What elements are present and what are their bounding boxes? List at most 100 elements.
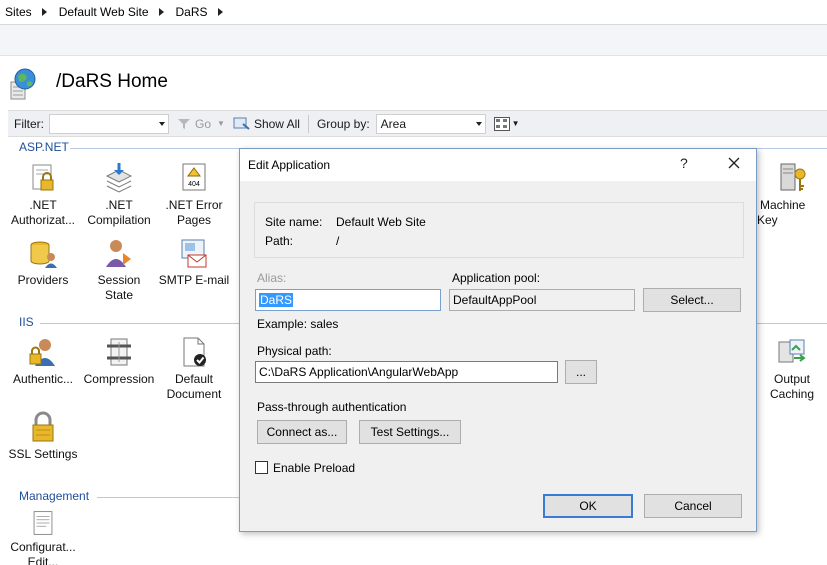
feature-compression[interactable]: Compression	[82, 336, 156, 387]
select-app-pool-button[interactable]: Select...	[643, 288, 741, 312]
dialog-title: Edit Application	[248, 158, 331, 172]
authentication-icon	[29, 339, 55, 366]
feature-label: Default Document	[166, 372, 222, 401]
cancel-button[interactable]: Cancel	[644, 494, 742, 518]
feature-net-error-pages[interactable]: 404 .NET Error Pages	[157, 162, 231, 228]
feature-session-state[interactable]: Session State	[82, 237, 156, 303]
breadcrumb-chevron-icon[interactable]	[41, 8, 47, 16]
test-settings-button[interactable]: Test Settings...	[359, 420, 461, 444]
feature-label: SMTP E-mail	[158, 273, 230, 287]
feature-label: .NET Error Pages	[165, 198, 223, 227]
show-all-button[interactable]: Show All	[233, 116, 300, 132]
feature-machine-key[interactable]: Machine Key	[757, 162, 827, 228]
session-state-icon	[106, 240, 131, 267]
breadcrumb-default-web-site[interactable]: Default Web Site	[59, 5, 149, 19]
group-title-aspnet[interactable]: ASP.NET	[19, 140, 69, 154]
browse-path-button[interactable]: ...	[565, 360, 597, 384]
group-divider	[97, 497, 239, 498]
alias-example-text: Example: sales	[257, 317, 339, 331]
ok-button[interactable]: OK	[543, 494, 633, 518]
filter-bar: Filter: Go ▼ Show All Group by: Area ▼	[8, 110, 827, 137]
page-title: /DaRS Home	[56, 71, 168, 92]
feature-configuration-editor[interactable]: Configurat... Edit...	[6, 510, 80, 565]
error-404-badge: 404	[188, 181, 200, 188]
feature-default-document[interactable]: Default Document	[157, 336, 231, 402]
application-pool-label: Application pool:	[452, 271, 541, 285]
path-value: /	[336, 234, 340, 248]
physical-path-label: Physical path:	[257, 344, 332, 358]
feature-label: Machine Key	[757, 198, 806, 227]
site-name-label: Site name:	[265, 215, 323, 229]
physical-path-value: C:\DaRS Application\AngularWebApp	[259, 365, 459, 379]
go-button[interactable]: Go ▼	[177, 117, 225, 131]
enable-preload-label[interactable]: Enable Preload	[273, 461, 355, 475]
feature-net-compilation[interactable]: .NET Compilation	[82, 162, 156, 228]
dialog-titlebar[interactable]: Edit Application ?	[240, 149, 756, 181]
group-by-value: Area	[380, 116, 407, 131]
breadcrumb: Sites Default Web Site DaRS	[0, 0, 827, 25]
group-title-management[interactable]: Management	[19, 489, 89, 503]
feature-label: Compression	[83, 372, 155, 386]
feature-authentication[interactable]: Authentic...	[6, 336, 80, 387]
error-page-icon: 404	[182, 163, 206, 191]
chevron-down-icon[interactable]	[475, 121, 482, 126]
feature-output-caching[interactable]: Output Caching	[757, 336, 827, 402]
breadcrumb-chevron-icon[interactable]	[158, 8, 164, 16]
chevron-down-icon[interactable]	[159, 121, 165, 126]
feature-label: .NET Authorizat...	[10, 198, 76, 227]
site-info-panel: Site name: Default Web Site Path: /	[254, 202, 744, 258]
lock-document-icon	[32, 164, 54, 191]
feature-label: Output Caching	[769, 372, 815, 401]
application-pool-field: DefaultAppPool	[449, 289, 635, 311]
enable-preload-checkbox[interactable]	[255, 461, 268, 474]
site-name-value: Default Web Site	[336, 215, 426, 229]
go-label: Go	[195, 116, 212, 131]
group-divider	[757, 323, 827, 324]
physical-path-input[interactable]: C:\DaRS Application\AngularWebApp	[255, 361, 558, 383]
feature-label: Session State	[97, 273, 141, 302]
configuration-editor-icon	[33, 511, 53, 535]
alias-label: Alias:	[257, 271, 287, 285]
feature-label: Authentic...	[12, 372, 74, 386]
feature-net-authorization[interactable]: .NET Authorizat...	[6, 162, 80, 228]
path-label: Path:	[265, 234, 294, 248]
application-pool-value: DefaultAppPool	[453, 293, 537, 307]
output-caching-icon	[778, 339, 806, 363]
feature-label: Configurat... Edit...	[10, 540, 76, 565]
feature-label: .NET Compilation	[87, 198, 151, 227]
show-all-label: Show All	[253, 116, 300, 131]
breadcrumb-sites[interactable]: Sites	[5, 5, 32, 19]
chevron-down-icon[interactable]: ▼	[217, 119, 225, 128]
view-mode-button[interactable]: ▼	[493, 116, 520, 131]
page-header: /DaRS Home	[0, 60, 827, 108]
group-by-label: Group by:	[316, 116, 370, 131]
feature-label: Providers	[17, 273, 69, 287]
ssl-lock-icon	[32, 411, 54, 442]
breadcrumb-dars[interactable]: DaRS	[176, 5, 208, 19]
feature-smtp-email[interactable]: SMTP E-mail	[157, 237, 231, 288]
feature-providers[interactable]: Providers	[6, 237, 80, 288]
filter-input[interactable]	[49, 113, 169, 134]
compression-icon	[107, 338, 131, 366]
filter-funnel-icon	[178, 118, 190, 129]
default-document-icon	[183, 337, 206, 367]
help-button[interactable]: ?	[680, 155, 688, 171]
close-icon[interactable]	[724, 153, 744, 173]
passthrough-authentication-label: Pass-through authentication	[257, 400, 407, 414]
group-by-select[interactable]: Area	[375, 113, 486, 134]
globe-icon	[10, 68, 36, 100]
edit-application-dialog: Edit Application ? Site name: Default We…	[239, 148, 757, 532]
group-title-iis[interactable]: IIS	[19, 315, 34, 329]
connect-as-button[interactable]: Connect as...	[257, 420, 347, 444]
chevron-down-icon[interactable]: ▼	[512, 119, 520, 128]
group-divider	[40, 323, 239, 324]
providers-icon	[30, 241, 57, 268]
alias-value: DaRS	[259, 293, 294, 307]
toolbar-band	[0, 25, 827, 56]
filter-label: Filter:	[14, 116, 44, 131]
feature-ssl-settings[interactable]: SSL Settings	[6, 411, 80, 462]
breadcrumb-chevron-icon[interactable]	[217, 8, 223, 16]
machine-key-icon	[780, 163, 806, 191]
alias-input[interactable]: DaRS	[255, 289, 441, 311]
compilation-icon	[105, 163, 133, 193]
